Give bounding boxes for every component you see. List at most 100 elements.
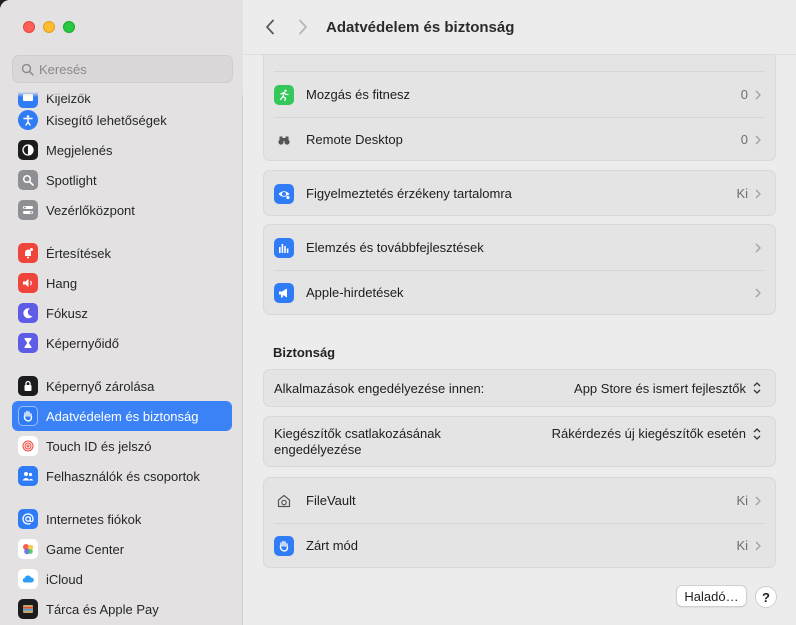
- sidebar-item-appearance[interactable]: Megjelenés: [12, 135, 232, 165]
- zoom-button[interactable]: [63, 21, 75, 33]
- row-value: 0: [740, 132, 748, 147]
- sidebar-item-accessibility[interactable]: Kisegítő lehetőségek: [12, 105, 232, 135]
- sidebar-item-users-groups[interactable]: Felhasználók és csoportok: [12, 461, 232, 491]
- forward-button[interactable]: [290, 14, 316, 40]
- updown-chevron-icon: [753, 382, 761, 394]
- row-value: Ki: [736, 493, 748, 508]
- analytics-icon: [274, 237, 294, 258]
- sidebar-item-wallet[interactable]: Tárca és Apple Pay: [12, 594, 232, 624]
- spotlight-icon: [18, 170, 38, 190]
- sidebar-item-spotlight[interactable]: Spotlight: [12, 165, 232, 195]
- sidebar-item-label: Tárca és Apple Pay: [46, 601, 159, 617]
- sidebar-item-label: Internetes fiókok: [46, 511, 142, 527]
- row-label: Zárt mód: [306, 538, 359, 553]
- sidebar-item-label: Game Center: [46, 541, 125, 557]
- icloud-icon: [18, 569, 38, 589]
- lockdown-hand-icon: [274, 535, 294, 556]
- row-label: Alkalmazások engedélyezése innen:: [274, 380, 485, 396]
- row-label: Kiegészítők csatlakozásának engedélyezés…: [274, 426, 552, 458]
- game-center-icon: [18, 539, 38, 559]
- settings-window: Kijelzők Kisegítő lehetőségek Megjelenés…: [0, 0, 796, 625]
- allow-apps-popup[interactable]: App Store és ismert fejlesztők: [574, 381, 763, 396]
- minimize-button[interactable]: [43, 21, 55, 33]
- row-label: Remote Desktop: [306, 132, 403, 147]
- sidebar-item-lock-screen[interactable]: Képernyő zárolása: [12, 371, 232, 401]
- search-placeholder: Keresés: [39, 61, 87, 77]
- users-icon: [18, 466, 38, 486]
- wallet-icon: [18, 599, 38, 619]
- row-label: FileVault: [306, 493, 356, 508]
- popup-value: Rákérdezés új kiegészítők esetén: [551, 426, 746, 441]
- main-pane: Adatvédelem és biztonság Mozgás és fitne…: [244, 0, 796, 625]
- back-button[interactable]: [257, 14, 283, 40]
- sidebar-item-game-center[interactable]: Game Center: [12, 534, 232, 564]
- control-center-icon: [18, 200, 38, 220]
- sidebar-list[interactable]: Kijelzők Kisegítő lehetőségek Megjelenés…: [12, 92, 233, 625]
- sidebar-item-label: Megjelenés: [46, 142, 113, 158]
- row-value: Ki: [736, 538, 748, 553]
- accessibility-icon: [18, 110, 38, 130]
- sensitive-content-row[interactable]: Figyelmeztetés érzékeny tartalomra Ki: [264, 171, 775, 216]
- accessories-popup[interactable]: Rákérdezés új kiegészítők esetén: [552, 426, 763, 441]
- row-value: 0: [740, 87, 748, 102]
- sidebar-item-label: Képernyőidő: [46, 335, 119, 351]
- privacy-row-motion-fitness[interactable]: Mozgás és fitnesz 0: [264, 72, 775, 117]
- apple-ads-row[interactable]: Apple-hirdetések: [264, 270, 775, 315]
- sidebar-item-label: Értesítések: [46, 245, 112, 261]
- close-button[interactable]: [23, 21, 35, 33]
- chevron-left-icon: [266, 19, 274, 35]
- sidebar-item-screen-time[interactable]: Képernyőidő: [12, 328, 232, 358]
- chevron-right-icon: [755, 90, 761, 99]
- chevron-right-icon: [755, 541, 761, 550]
- analytics-ads-card: Elemzés és továbbfejlesztések Apple-hird…: [263, 224, 776, 315]
- chevron-right-icon: [755, 135, 761, 144]
- sound-icon: [18, 273, 38, 293]
- screen-time-icon: [18, 333, 38, 353]
- sidebar: Kijelzők Kisegítő lehetőségek Megjelenés…: [0, 0, 243, 625]
- privacy-row-remote-desktop[interactable]: Remote Desktop 0: [264, 117, 775, 162]
- fitness-icon: [274, 84, 294, 105]
- sidebar-item-label: Kijelzők: [46, 92, 91, 106]
- toolbar: Adatvédelem és biztonság: [244, 0, 796, 55]
- focus-icon: [18, 303, 38, 323]
- chevron-right-icon: [755, 496, 761, 505]
- hand-icon: [18, 406, 38, 426]
- sidebar-item-control-center[interactable]: Vezérlőközpont: [12, 195, 232, 225]
- allow-apps-card: Alkalmazások engedélyezése innen: App St…: [263, 369, 776, 407]
- sidebar-item-privacy-security[interactable]: Adatvédelem és biztonság: [12, 401, 232, 431]
- sidebar-item-touch-id[interactable]: Touch ID és jelszó: [12, 431, 232, 461]
- updown-chevron-icon: [753, 427, 761, 440]
- search-field[interactable]: Keresés: [12, 55, 233, 83]
- sidebar-item-label: Kisegítő lehetőségek: [46, 112, 167, 128]
- sidebar-item-notifications[interactable]: Értesítések: [12, 238, 232, 268]
- row-label: Elemzés és továbbfejlesztések: [306, 240, 484, 255]
- page-title: Adatvédelem és biztonság: [326, 18, 515, 36]
- sidebar-item-label: Adatvédelem és biztonság: [46, 408, 199, 424]
- eye-warning-icon: [274, 183, 294, 204]
- analytics-row[interactable]: Elemzés és továbbfejlesztések: [264, 225, 775, 270]
- accessories-card: Kiegészítők csatlakozásának engedélyezés…: [263, 416, 776, 467]
- lock-screen-icon: [18, 376, 38, 396]
- security-section-title: Biztonság: [273, 345, 336, 360]
- security-options-card: FileVault Ki Zárt mód Ki: [263, 477, 776, 568]
- sidebar-item-sound[interactable]: Hang: [12, 268, 232, 298]
- chevron-right-icon: [299, 19, 307, 35]
- sidebar-item-focus[interactable]: Fókusz: [12, 298, 232, 328]
- help-button[interactable]: ?: [755, 586, 777, 608]
- sidebar-item-label: Képernyő zárolása: [46, 378, 155, 394]
- advanced-button[interactable]: Haladó…: [676, 585, 747, 607]
- chevron-right-icon: [755, 288, 761, 297]
- sidebar-item-icloud[interactable]: iCloud: [12, 564, 232, 594]
- lockdown-mode-row[interactable]: Zárt mód Ki: [264, 523, 775, 568]
- sidebar-item-label: Fókusz: [46, 305, 88, 321]
- sensitive-content-card: Figyelmeztetés érzékeny tartalomra Ki: [263, 170, 776, 216]
- sidebar-item-label: Vezérlőközpont: [46, 202, 135, 218]
- row-label: Apple-hirdetések: [306, 285, 404, 300]
- label-line: engedélyezése: [274, 441, 362, 457]
- window-controls: [23, 21, 75, 33]
- sidebar-item-internet-accounts[interactable]: Internetes fiókok: [12, 504, 232, 534]
- row-label: Figyelmeztetés érzékeny tartalomra: [306, 186, 512, 201]
- megaphone-icon: [274, 282, 294, 303]
- chevron-right-icon: [755, 189, 761, 198]
- filevault-row[interactable]: FileVault Ki: [264, 478, 775, 523]
